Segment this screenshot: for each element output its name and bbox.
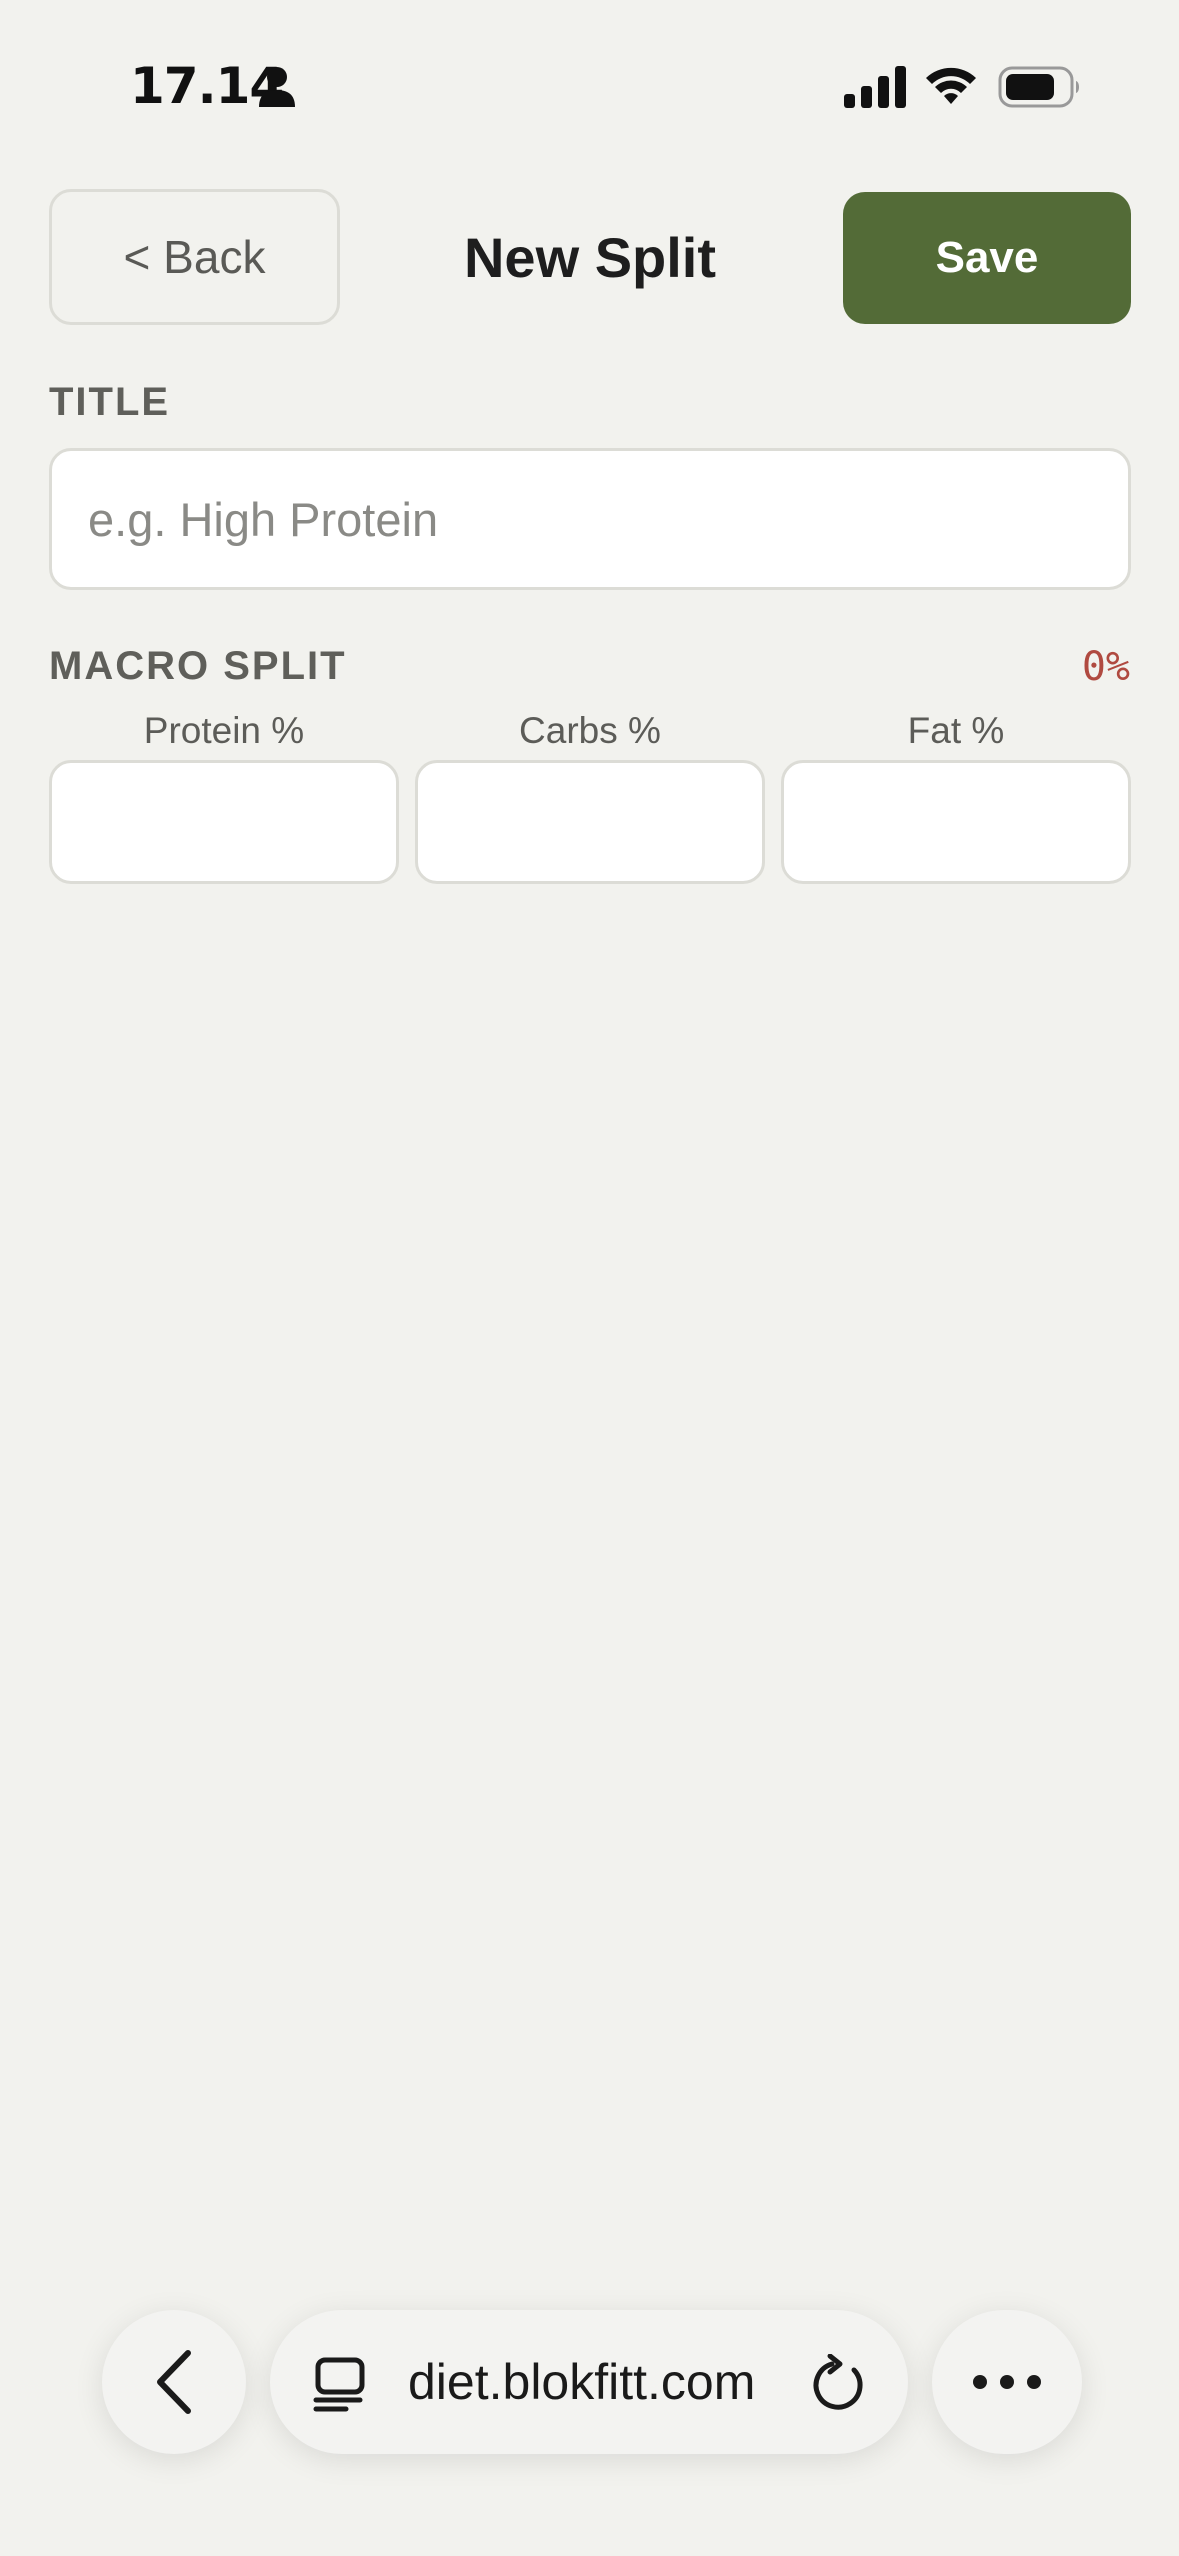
save-button[interactable]: Save <box>843 192 1131 324</box>
title-input[interactable] <box>49 448 1131 590</box>
person-icon <box>259 67 295 107</box>
carbs-input[interactable] <box>415 760 765 884</box>
page-title: New Split <box>463 225 717 289</box>
back-button[interactable]: < Back <box>49 189 340 325</box>
browser-back-button[interactable] <box>102 2310 246 2454</box>
chevron-left-icon <box>157 2350 191 2414</box>
wifi-icon <box>926 67 976 104</box>
url-text[interactable]: diet.blokfitt.com <box>408 2348 755 2416</box>
macro-total-percent: 0% <box>1081 644 1130 690</box>
status-bar: 17.14 <box>0 0 1179 175</box>
tabs-icon[interactable] <box>312 2356 368 2412</box>
protein-label: Protein % <box>143 710 305 751</box>
title-label: TITLE <box>49 380 171 424</box>
protein-input[interactable] <box>49 760 399 884</box>
fat-input[interactable] <box>781 760 1131 884</box>
carbs-label: Carbs % <box>519 710 661 751</box>
address-bar[interactable]: diet.blokfitt.com <box>270 2310 908 2454</box>
browser-toolbar: diet.blokfitt.com <box>0 2290 1179 2470</box>
fat-label: Fat % <box>907 710 1005 751</box>
more-button[interactable] <box>932 2310 1082 2454</box>
battery-icon <box>998 66 1079 108</box>
signal-icon <box>844 66 906 108</box>
reload-icon[interactable] <box>810 2354 870 2414</box>
more-icon <box>973 2375 1041 2389</box>
macro-split-label: MACRO SPLIT <box>49 644 347 688</box>
